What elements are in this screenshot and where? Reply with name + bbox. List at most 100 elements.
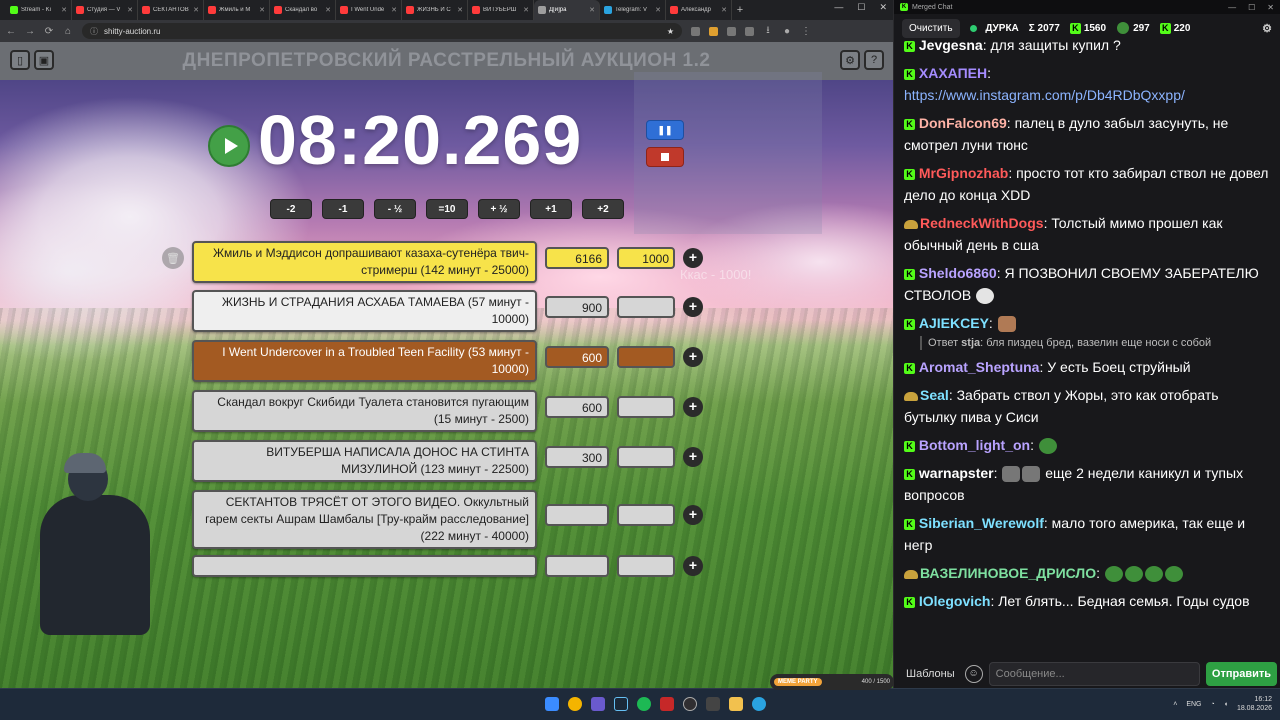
lot-amount-field[interactable]: 600 — [545, 396, 609, 418]
browser-tab[interactable]: Студия — V ✕ — [72, 0, 138, 20]
back-icon[interactable]: ← — [6, 26, 16, 37]
emoji-icon[interactable]: ☺ — [964, 665, 983, 683]
browser-tab[interactable]: Stream - Ki ✕ — [6, 0, 72, 20]
extension-icon[interactable] — [727, 26, 736, 36]
chat-messages[interactable]: K Jevgesna: для защиты купил ? K ХАХАПЕН:… — [894, 34, 1280, 662]
volume-icon[interactable]: ◖ — [1224, 701, 1228, 708]
lot-amount-field[interactable] — [545, 555, 609, 577]
chat-username[interactable]: AJIEKCEY — [919, 315, 989, 331]
spotify-icon[interactable] — [637, 697, 651, 711]
stop-button[interactable] — [646, 147, 684, 167]
extension-icon[interactable] — [709, 26, 718, 36]
reload-icon[interactable]: ⟳ — [44, 26, 54, 37]
browser-tab[interactable]: Д[и]ра ✕ — [534, 0, 600, 20]
app-icon[interactable] — [660, 697, 674, 711]
chat-username[interactable]: RedneckWithDogs — [920, 215, 1044, 231]
lot-name-field[interactable] — [192, 555, 537, 577]
lot-add-amount-input[interactable] — [617, 396, 675, 418]
lot-name-field[interactable]: ВИТУБЕРША НАПИСАЛА ДОНОС НА СТИНТА МИЗУЛ… — [192, 440, 537, 482]
telegram-icon[interactable] — [752, 697, 766, 711]
chevron-up-icon[interactable]: ˄ — [1173, 701, 1177, 708]
profile-icon[interactable]: ● — [782, 26, 792, 37]
maximize-icon[interactable]: ☐ — [1248, 3, 1255, 12]
chat-username[interactable]: Bottom_light_on — [919, 437, 1030, 453]
close-tab-icon[interactable]: ✕ — [61, 6, 67, 14]
lot-amount-field[interactable]: 6166 — [545, 247, 609, 269]
extension-icon[interactable] — [745, 26, 754, 36]
lot-add-amount-input[interactable] — [617, 346, 675, 368]
new-tab-button[interactable]: + — [732, 4, 748, 16]
browser-tab[interactable]: СЕКТАНТОВ ✕ — [138, 0, 204, 20]
lot-name-field[interactable]: СЕКТАНТОВ ТРЯСЁТ ОТ ЭТОГО ВИДЕО. Оккульт… — [192, 490, 537, 549]
chat-link[interactable]: https://www.instagram.com/p/Db4RDbQxxpp/ — [904, 87, 1185, 103]
minimize-icon[interactable]: — — [834, 2, 843, 13]
lot-amount-field[interactable]: 900 — [545, 296, 609, 318]
app-icon[interactable] — [706, 697, 720, 711]
site-info-icon[interactable]: ⓘ — [90, 26, 98, 37]
time-adjust-button[interactable]: - ½ — [374, 199, 416, 219]
lot-name-field[interactable]: Скандал вокруг Скибиди Туалета становитс… — [192, 390, 537, 432]
chat-username[interactable]: DonFalcon69 — [919, 115, 1007, 131]
close-tab-icon[interactable]: ✕ — [193, 6, 199, 14]
close-tab-icon[interactable]: ✕ — [721, 6, 727, 14]
close-icon[interactable]: ✕ — [879, 2, 887, 13]
folder-icon[interactable] — [729, 697, 743, 711]
add-to-lot-button[interactable]: + — [683, 397, 703, 417]
lot-amount-field[interactable]: 300 — [545, 446, 609, 468]
close-tab-icon[interactable]: ✕ — [325, 6, 331, 14]
forward-icon[interactable]: → — [25, 26, 35, 37]
maximize-icon[interactable]: ☐ — [857, 2, 865, 13]
play-button[interactable] — [208, 125, 250, 167]
time-adjust-button[interactable]: +1 — [530, 199, 572, 219]
bookmark-star-icon[interactable]: ★ — [667, 27, 674, 36]
app-icon[interactable] — [591, 697, 605, 711]
pause-button[interactable]: ❚❚ — [646, 120, 684, 140]
lot-name-field[interactable]: ЖИЗНЬ И СТРАДАНИЯ АСХАБА ТАМАЕВА (57 мин… — [192, 290, 537, 332]
time-adjust-button[interactable]: -1 — [322, 199, 364, 219]
clock[interactable]: 16:12 18.08.2026 — [1237, 695, 1272, 713]
chat-username[interactable]: Seal — [920, 387, 949, 403]
chat-username[interactable]: Aromat_Sheptuna — [919, 359, 1040, 375]
close-tab-icon[interactable]: ✕ — [655, 6, 661, 14]
address-bar[interactable]: ⓘ shitty-auction.ru ★ — [82, 23, 682, 39]
lot-add-amount-input[interactable] — [617, 504, 675, 526]
save-button[interactable]: ▣ — [34, 50, 54, 70]
add-to-lot-button[interactable]: + — [683, 248, 703, 268]
lot-add-amount-input[interactable] — [617, 296, 675, 318]
browser-tab[interactable]: ВИТУБЕРШ ✕ — [468, 0, 534, 20]
browser-tab[interactable]: Скандал во ✕ — [270, 0, 336, 20]
wifi-icon[interactable]: ◔ — [1210, 701, 1214, 708]
close-icon[interactable]: ✕ — [1267, 3, 1274, 12]
help-button[interactable]: ? — [864, 50, 884, 70]
minimize-icon[interactable]: — — [1228, 3, 1236, 12]
close-tab-icon[interactable]: ✕ — [457, 6, 463, 14]
close-tab-icon[interactable]: ✕ — [259, 6, 265, 14]
browser-tab[interactable]: Жмиль и М ✕ — [204, 0, 270, 20]
settings-button[interactable]: ⚙ — [840, 50, 860, 70]
lot-add-amount-input[interactable] — [617, 555, 675, 577]
lot-name-field[interactable]: Жмиль и Мэддисон допрашивают казаха-суте… — [192, 241, 537, 283]
time-adjust-button[interactable]: -2 — [270, 199, 312, 219]
language-indicator[interactable]: ENG — [1186, 701, 1201, 708]
close-tab-icon[interactable]: ✕ — [523, 6, 529, 14]
close-tab-icon[interactable]: ✕ — [589, 6, 595, 14]
lot-amount-field[interactable]: 600 — [545, 346, 609, 368]
home-icon[interactable]: ⌂ — [63, 26, 73, 37]
extension-icon[interactable] — [691, 26, 700, 36]
lot-name-field[interactable]: I Went Undercover in a Troubled Teen Fac… — [192, 340, 537, 382]
chat-username[interactable]: warnapster — [919, 465, 994, 481]
add-to-lot-button[interactable]: + — [683, 556, 703, 576]
browser-tab[interactable]: Telegram: V ✕ — [600, 0, 666, 20]
sidebar-toggle-button[interactable]: ▯ — [10, 50, 30, 70]
close-tab-icon[interactable]: ✕ — [127, 6, 133, 14]
download-icon[interactable]: ⭳ — [763, 23, 773, 40]
message-input[interactable]: Сообщение... — [988, 662, 1200, 686]
add-to-lot-button[interactable]: + — [683, 447, 703, 467]
chrome-icon[interactable] — [568, 697, 582, 711]
chat-username[interactable]: Sheldo6860 — [919, 265, 997, 281]
templates-button[interactable]: Шаблоны — [902, 664, 959, 684]
add-to-lot-button[interactable]: + — [683, 505, 703, 525]
time-adjust-button[interactable]: +2 — [582, 199, 624, 219]
chat-username[interactable]: IOlegovich — [919, 593, 991, 609]
chat-username[interactable]: Siberian_Werewolf — [919, 515, 1044, 531]
